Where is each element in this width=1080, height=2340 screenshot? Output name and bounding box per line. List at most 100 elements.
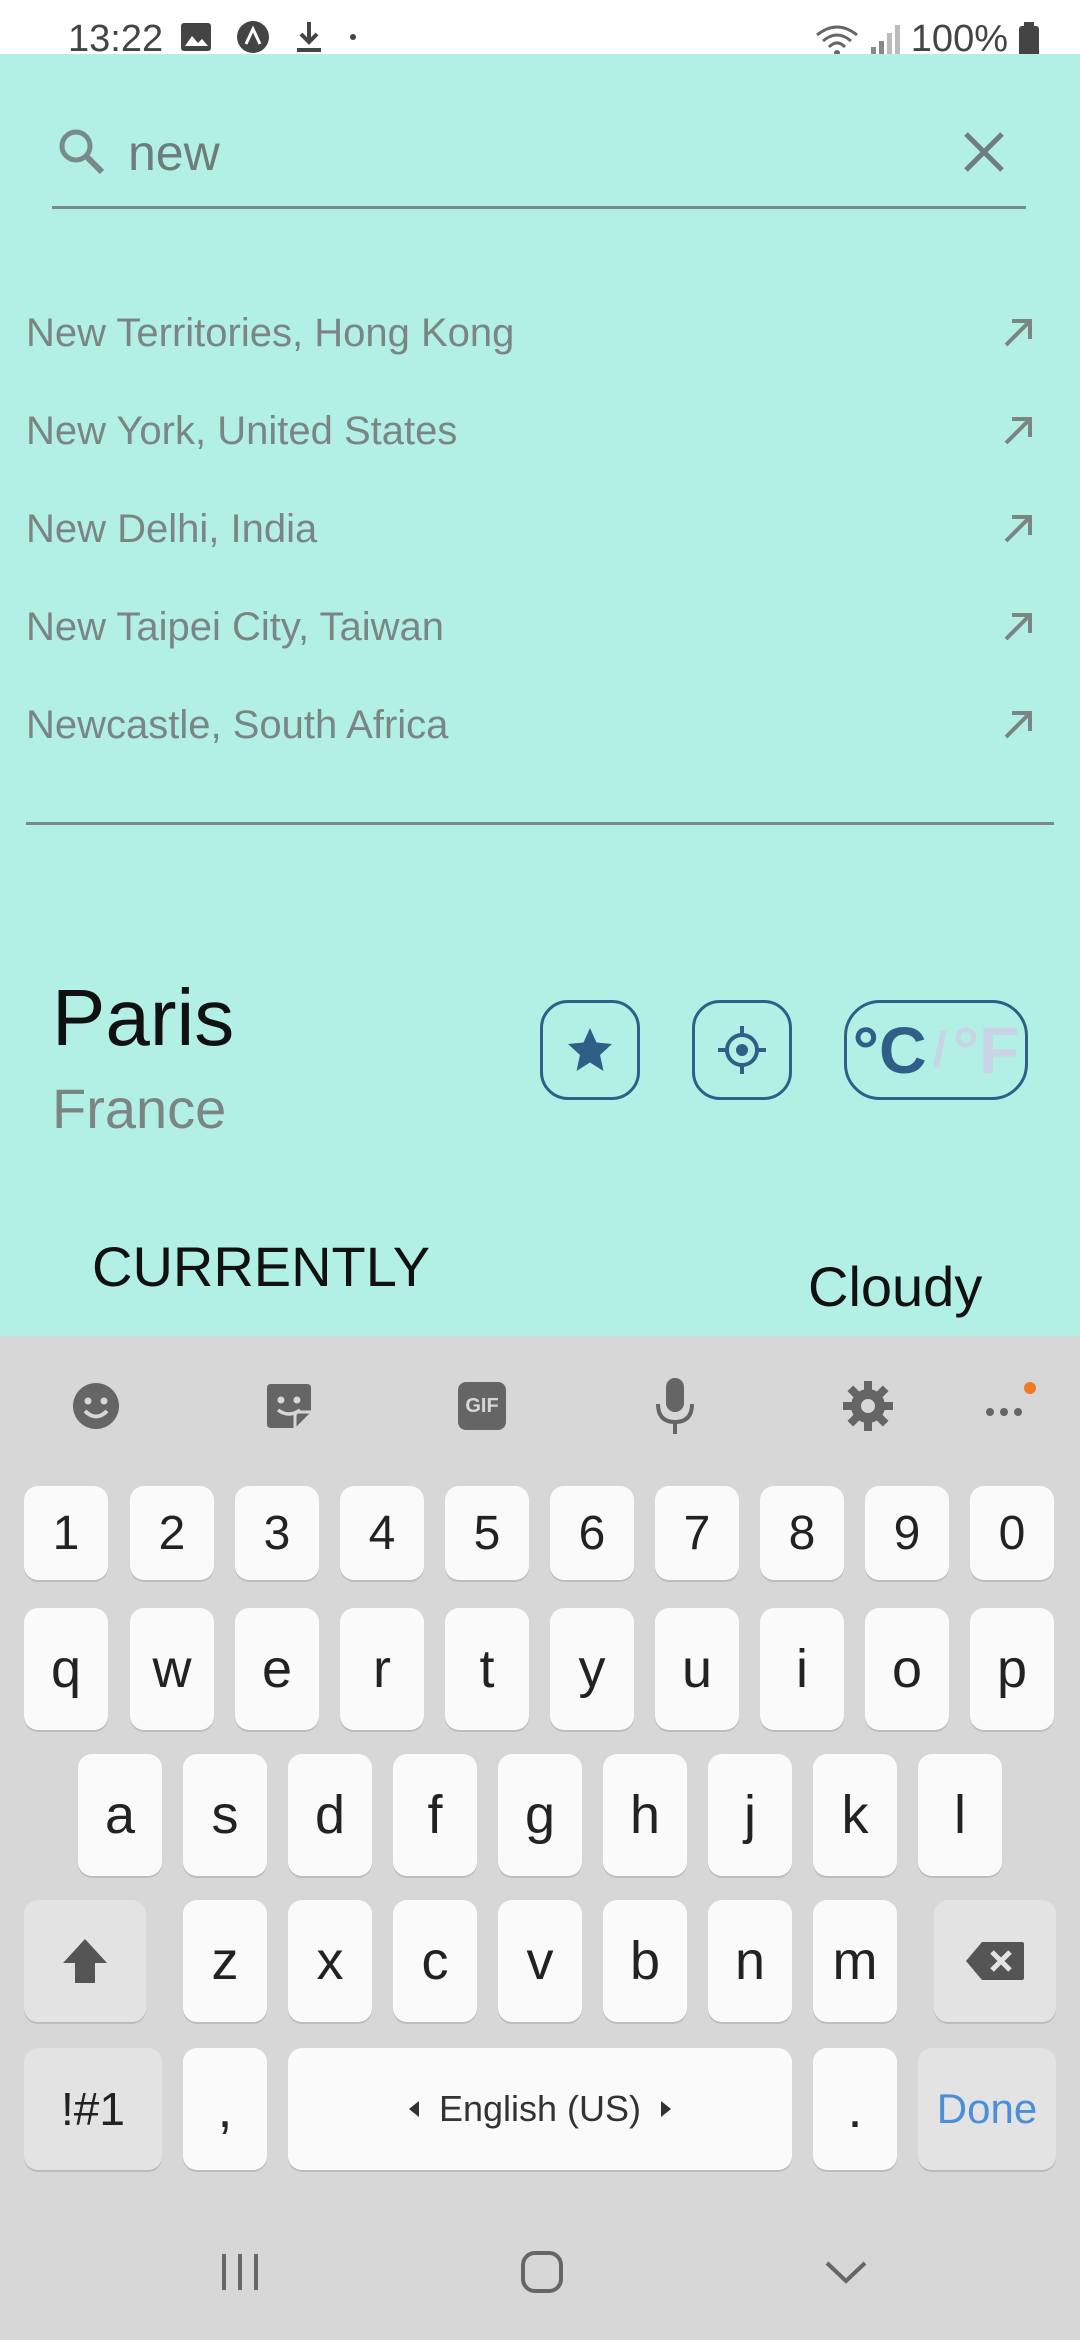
emoji-button[interactable] [66, 1376, 126, 1436]
sticker-button[interactable] [259, 1376, 319, 1436]
dot-icon [350, 34, 356, 40]
key-j[interactable]: j [708, 1754, 792, 1876]
key-5[interactable]: 5 [445, 1486, 529, 1580]
space-key[interactable]: English (US) [288, 2048, 792, 2170]
shift-key[interactable] [24, 1900, 146, 2022]
done-key[interactable]: Done [918, 2048, 1056, 2170]
key-d[interactable]: d [288, 1754, 372, 1876]
key-v[interactable]: v [498, 1900, 582, 2022]
key-k[interactable]: k [813, 1754, 897, 1876]
keyboard: GIF 1 2 3 4 5 6 7 8 9 0 q w e r t y u i … [0, 1336, 1080, 2340]
suggestion-item[interactable]: Newcastle, South Africa [26, 676, 1054, 774]
key-9[interactable]: 9 [865, 1486, 949, 1580]
voice-input-button[interactable] [645, 1376, 705, 1436]
search-input[interactable] [126, 124, 910, 182]
recent-apps-button[interactable] [210, 2242, 270, 2302]
key-a[interactable]: a [78, 1754, 162, 1876]
space-key-content: English (US) [407, 2088, 673, 2130]
unit-separator: / [932, 1022, 947, 1078]
status-bar: 13:22 100% [0, 0, 1080, 60]
suggestion-item[interactable]: New Territories, Hong Kong [26, 284, 1054, 382]
favorite-button[interactable] [540, 1000, 640, 1100]
suggestion-item[interactable]: New Taipei City, Taiwan [26, 578, 1054, 676]
close-icon [964, 132, 1004, 172]
key-b[interactable]: b [603, 1900, 687, 2022]
key-n[interactable]: n [708, 1900, 792, 2022]
search-bar [52, 104, 1026, 209]
gif-button[interactable]: GIF [452, 1376, 512, 1436]
status-icons-left [180, 20, 358, 54]
home-icon [521, 2251, 563, 2293]
suggestion-label: Newcastle, South Africa [26, 702, 449, 747]
divider [26, 822, 1054, 825]
unit-toggle-button[interactable]: °C / °F [844, 1000, 1028, 1100]
key-f[interactable]: f [393, 1754, 477, 1876]
key-r[interactable]: r [340, 1608, 424, 1730]
comma-key[interactable]: , [183, 2048, 267, 2170]
arrow-up-right-icon [1004, 613, 1032, 641]
celsius-label: °C [852, 1013, 927, 1087]
key-p[interactable]: p [970, 1608, 1054, 1730]
recent-apps-icon [222, 2254, 258, 2290]
key-6[interactable]: 6 [550, 1486, 634, 1580]
key-7[interactable]: 7 [655, 1486, 739, 1580]
microphone-icon [656, 1378, 694, 1434]
key-e[interactable]: e [235, 1608, 319, 1730]
shift-arrow-icon [63, 1939, 107, 1983]
key-1[interactable]: 1 [24, 1486, 108, 1580]
backspace-key[interactable] [934, 1900, 1056, 2022]
currently-label: CURRENTLY [92, 1235, 431, 1298]
key-w[interactable]: w [130, 1608, 214, 1730]
key-0[interactable]: 0 [970, 1486, 1054, 1580]
key-3[interactable]: 3 [235, 1486, 319, 1580]
country-name: France [52, 1077, 227, 1140]
key-s[interactable]: s [183, 1754, 267, 1876]
suggestion-list: New Territories, Hong Kong New York, Uni… [26, 284, 1054, 774]
weather-app: New Territories, Hong Kong New York, Uni… [0, 54, 1080, 1336]
locate-button[interactable] [692, 1000, 792, 1100]
hide-keyboard-button[interactable] [816, 2242, 876, 2302]
key-o[interactable]: o [865, 1608, 949, 1730]
gif-icon: GIF [458, 1382, 506, 1430]
symbols-key[interactable]: !#1 [24, 2048, 162, 2170]
wifi-icon [815, 25, 858, 56]
suggestion-item[interactable]: New Delhi, India [26, 480, 1054, 578]
suggestion-label: New York, United States [26, 408, 458, 453]
app-logo-icon [237, 21, 269, 53]
key-m[interactable]: m [813, 1900, 897, 2022]
my-location-icon [718, 1026, 766, 1074]
more-options-button[interactable] [976, 1376, 1036, 1436]
city-name: Paris [52, 973, 235, 1062]
more-horizontal-icon [986, 1382, 1036, 1416]
key-y[interactable]: y [550, 1608, 634, 1730]
key-z[interactable]: z [183, 1900, 267, 2022]
search-icon [59, 129, 105, 175]
key-c[interactable]: c [393, 1900, 477, 2022]
key-q[interactable]: q [24, 1608, 108, 1730]
arrow-up-right-icon [1004, 515, 1032, 543]
key-l[interactable]: l [918, 1754, 1002, 1876]
battery-icon [1019, 21, 1039, 57]
period-key[interactable]: . [813, 2048, 897, 2170]
key-h[interactable]: h [603, 1754, 687, 1876]
key-4[interactable]: 4 [340, 1486, 424, 1580]
arrow-up-right-icon [1004, 319, 1032, 347]
key-u[interactable]: u [655, 1608, 739, 1730]
key-g[interactable]: g [498, 1754, 582, 1876]
download-icon [297, 22, 321, 52]
arrow-up-right-icon [1004, 711, 1032, 739]
key-2[interactable]: 2 [130, 1486, 214, 1580]
key-t[interactable]: t [445, 1608, 529, 1730]
home-button[interactable] [512, 2242, 572, 2302]
key-8[interactable]: 8 [760, 1486, 844, 1580]
arrow-up-right-icon [1004, 417, 1032, 445]
suggestion-item[interactable]: New York, United States [26, 382, 1054, 480]
navigation-bar [0, 2200, 1080, 2340]
star-icon [568, 1028, 612, 1071]
chevron-down-icon [825, 2261, 867, 2284]
caret-right-icon [661, 2101, 672, 2117]
keyboard-settings-button[interactable] [838, 1376, 898, 1436]
key-x[interactable]: x [288, 1900, 372, 2022]
key-i[interactable]: i [760, 1608, 844, 1730]
clear-search-button[interactable] [956, 124, 1012, 180]
